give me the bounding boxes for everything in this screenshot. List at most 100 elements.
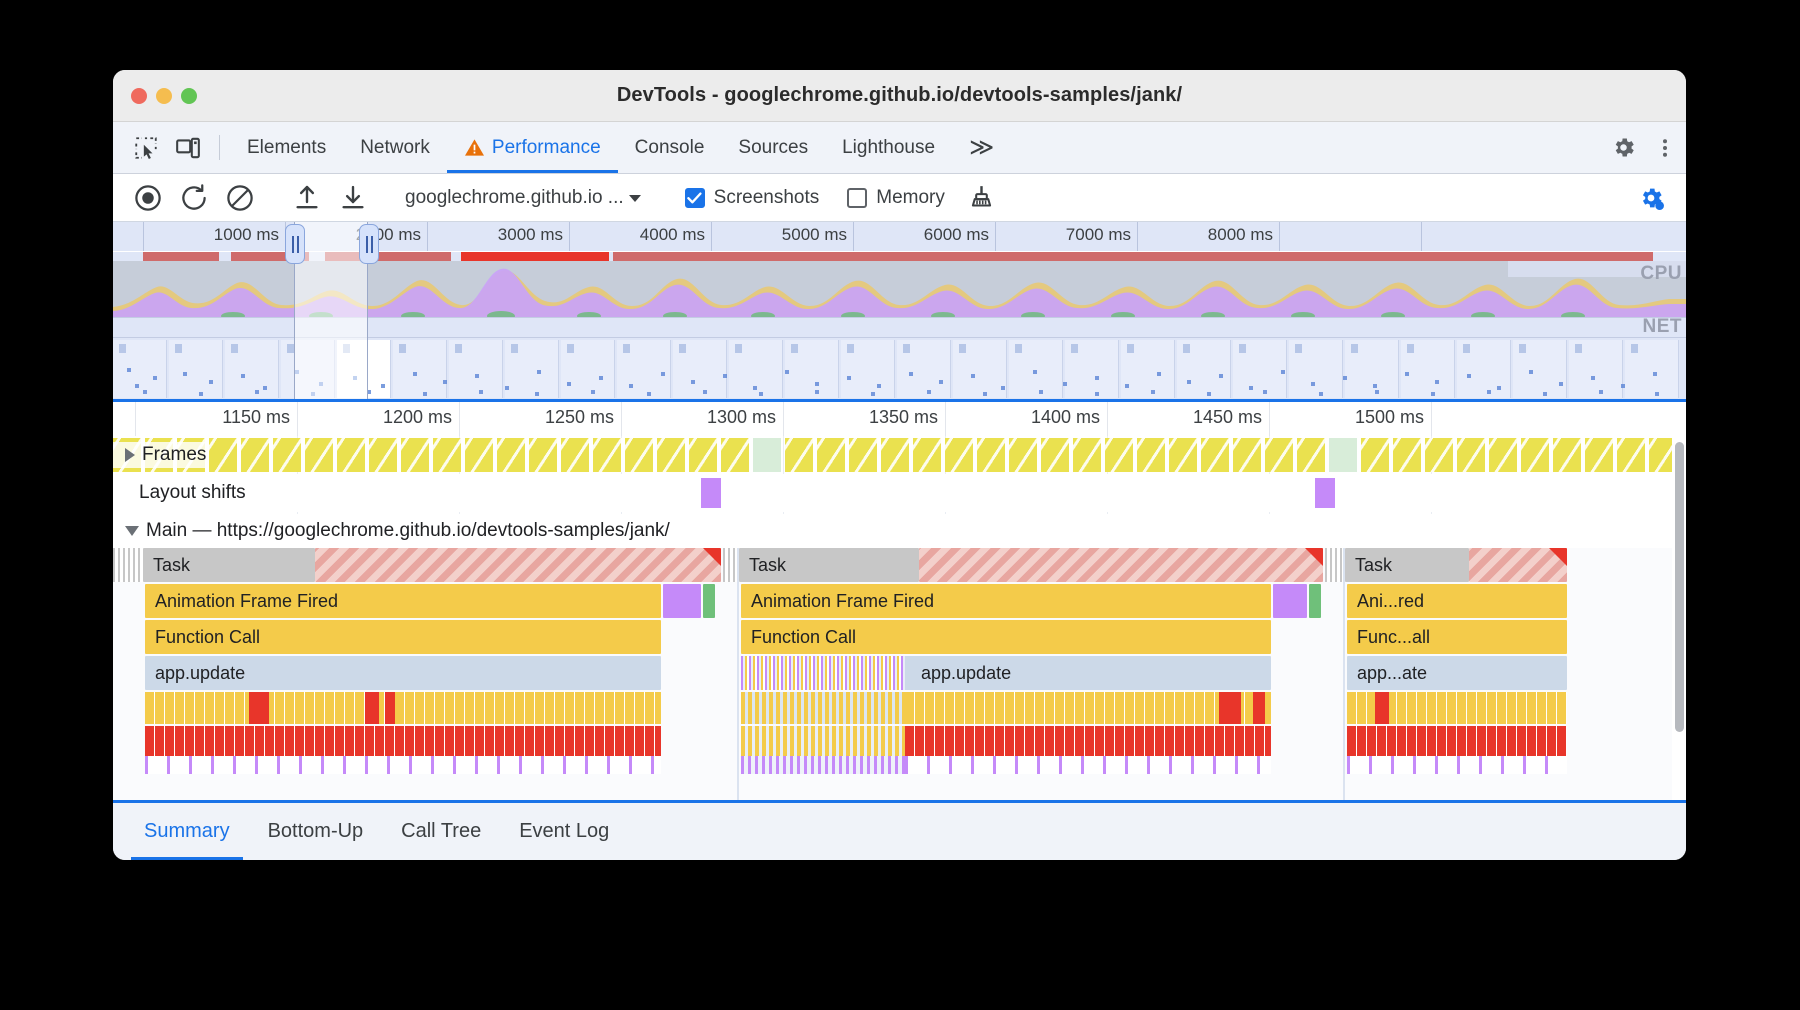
filmstrip-thumbnail[interactable]	[561, 340, 615, 398]
event-long-task[interactable]	[919, 548, 1323, 582]
flamechart-ruler[interactable]: 1150 ms 1200 ms 1250 ms 1300 ms 1350 ms …	[113, 402, 1672, 436]
event-micro-row-red[interactable]	[1347, 726, 1567, 756]
filmstrip-thumbnail[interactable]	[1345, 340, 1399, 398]
filmstrip-thumbnail[interactable]	[1009, 340, 1063, 398]
overview-selection-handle-right[interactable]	[359, 224, 379, 264]
event-task[interactable]: Task	[739, 548, 919, 582]
tab-bottom-up[interactable]: Bottom-Up	[249, 803, 383, 860]
filmstrip-thumbnail[interactable]	[113, 340, 167, 398]
track-header-layout-shifts[interactable]: Layout shifts	[113, 480, 246, 506]
event-micro-row-yellow[interactable]	[741, 692, 905, 724]
event-function-call[interactable]: Function Call	[741, 620, 1271, 654]
load-profile-icon[interactable]	[284, 175, 330, 221]
inspect-element-icon[interactable]	[125, 122, 167, 173]
clear-recording-icon[interactable]	[217, 175, 263, 221]
event-micro-row-purple[interactable]	[1347, 756, 1567, 774]
recording-source-select[interactable]: googlechrome.github.io ...	[397, 187, 650, 209]
tab-call-tree[interactable]: Call Tree	[382, 803, 500, 860]
filmstrip-thumbnail[interactable]	[393, 340, 447, 398]
event-recalculate-style[interactable]	[1273, 584, 1307, 618]
event-paint[interactable]	[1309, 584, 1321, 618]
tab-elements[interactable]: Elements	[230, 122, 343, 173]
filmstrip-thumbnail[interactable]	[729, 340, 783, 398]
filmstrip-thumbnail[interactable]	[1625, 340, 1679, 398]
overview-filmstrip[interactable]	[113, 337, 1686, 399]
filmstrip-thumbnail[interactable]	[1289, 340, 1343, 398]
tab-sources[interactable]: Sources	[721, 122, 825, 173]
flamechart-vertical-scrollbar[interactable]	[1675, 442, 1684, 732]
filmstrip-thumbnail[interactable]	[953, 340, 1007, 398]
event-function-call[interactable]: Function Call	[145, 620, 661, 654]
more-vertical-icon[interactable]	[1644, 136, 1686, 160]
event-micro-row-purple[interactable]	[741, 756, 905, 774]
event-micro-row-purple[interactable]	[905, 756, 1271, 774]
event-micro-red-cluster[interactable]	[1219, 692, 1241, 724]
event-animation-frame-fired[interactable]: Animation Frame Fired	[741, 584, 1271, 618]
filmstrip-thumbnail[interactable]	[673, 340, 727, 398]
main-flamechart-rows[interactable]: Task Task Task Animation Frame Fired Ani…	[113, 548, 1672, 800]
event-app-update[interactable]: app...ate	[1347, 656, 1567, 690]
event-recalculate-style[interactable]	[663, 584, 701, 618]
filmstrip-thumbnail[interactable]	[1121, 340, 1175, 398]
collapse-triangle-icon[interactable]	[125, 526, 139, 536]
filmstrip-thumbnail[interactable]	[1177, 340, 1231, 398]
layout-shift-marker[interactable]	[701, 478, 721, 508]
filmstrip-thumbnail[interactable]	[281, 340, 335, 398]
tab-event-log[interactable]: Event Log	[500, 803, 628, 860]
filmstrip-thumbnail[interactable]	[337, 340, 391, 398]
filmstrip-thumbnail[interactable]	[1569, 340, 1623, 398]
filmstrip-thumbnail[interactable]	[785, 340, 839, 398]
filmstrip-thumbnail[interactable]	[841, 340, 895, 398]
event-micro-red-cluster[interactable]	[249, 692, 269, 724]
tab-network[interactable]: Network	[343, 122, 447, 173]
overview-selection-handle-left[interactable]	[285, 224, 305, 264]
filmstrip-thumbnail[interactable]	[1233, 340, 1287, 398]
event-task[interactable]: Task	[1345, 548, 1469, 582]
track-header-main[interactable]: Main — https://googlechrome.github.io/de…	[113, 514, 1672, 548]
expand-triangle-icon[interactable]	[125, 448, 135, 462]
event-micro-row-red[interactable]	[741, 726, 905, 756]
collect-garbage-icon[interactable]	[959, 175, 1005, 221]
filmstrip-thumbnail[interactable]	[225, 340, 279, 398]
event-micro-red-cluster[interactable]	[365, 692, 379, 724]
event-micro-row-yellow[interactable]	[905, 692, 1271, 724]
track-header-frames[interactable]: Frames	[113, 442, 207, 468]
filmstrip-thumbnail[interactable]	[449, 340, 503, 398]
filmstrip-thumbnail[interactable]	[1513, 340, 1567, 398]
track-frames[interactable]: Frames	[113, 438, 1672, 472]
filmstrip-thumbnail[interactable]	[505, 340, 559, 398]
event-micro-row-red[interactable]	[145, 726, 661, 756]
timeline-overview[interactable]: 1000 ms 2000 ms 3000 ms 4000 ms 5000 ms …	[113, 222, 1686, 399]
filmstrip-thumbnail[interactable]	[1065, 340, 1119, 398]
save-profile-icon[interactable]	[330, 175, 376, 221]
event-long-task[interactable]	[1469, 548, 1567, 582]
capture-settings-gear-icon[interactable]	[1628, 175, 1674, 221]
event-app-update[interactable]: app.update	[145, 656, 661, 690]
track-layout-shifts[interactable]: Layout shifts	[113, 474, 1672, 512]
event-function-call[interactable]: Func...all	[1347, 620, 1567, 654]
screenshots-checkbox[interactable]: Screenshots	[671, 187, 834, 209]
filmstrip-thumbnail[interactable]	[1401, 340, 1455, 398]
flamechart-canvas[interactable]: 1150 ms 1200 ms 1250 ms 1300 ms 1350 ms …	[113, 402, 1672, 800]
event-task[interactable]: Task	[143, 548, 315, 582]
tab-performance[interactable]: Performance	[446, 122, 618, 173]
reload-and-record-icon[interactable]	[171, 175, 217, 221]
tab-summary[interactable]: Summary	[125, 803, 249, 860]
more-tabs-button[interactable]: ≫	[952, 122, 1011, 173]
event-micro-row-yellow[interactable]	[145, 692, 661, 724]
layout-shift-marker[interactable]	[1315, 478, 1335, 508]
event-paint[interactable]	[703, 584, 715, 618]
filmstrip-thumbnail[interactable]	[897, 340, 951, 398]
filmstrip-thumbnail[interactable]	[1457, 340, 1511, 398]
event-micro-row-red[interactable]	[905, 726, 1271, 756]
tab-lighthouse[interactable]: Lighthouse	[825, 122, 952, 173]
memory-checkbox[interactable]: Memory	[833, 187, 959, 209]
filmstrip-thumbnail[interactable]	[617, 340, 671, 398]
gear-icon[interactable]	[1602, 134, 1644, 161]
event-micro-red-cluster[interactable]	[385, 692, 395, 724]
event-animation-frame-fired[interactable]: Animation Frame Fired	[145, 584, 661, 618]
tab-console[interactable]: Console	[618, 122, 722, 173]
event-micro-red-cluster[interactable]	[1253, 692, 1265, 724]
device-toolbar-icon[interactable]	[167, 122, 209, 173]
event-animation-frame-fired[interactable]: Ani...red	[1347, 584, 1567, 618]
